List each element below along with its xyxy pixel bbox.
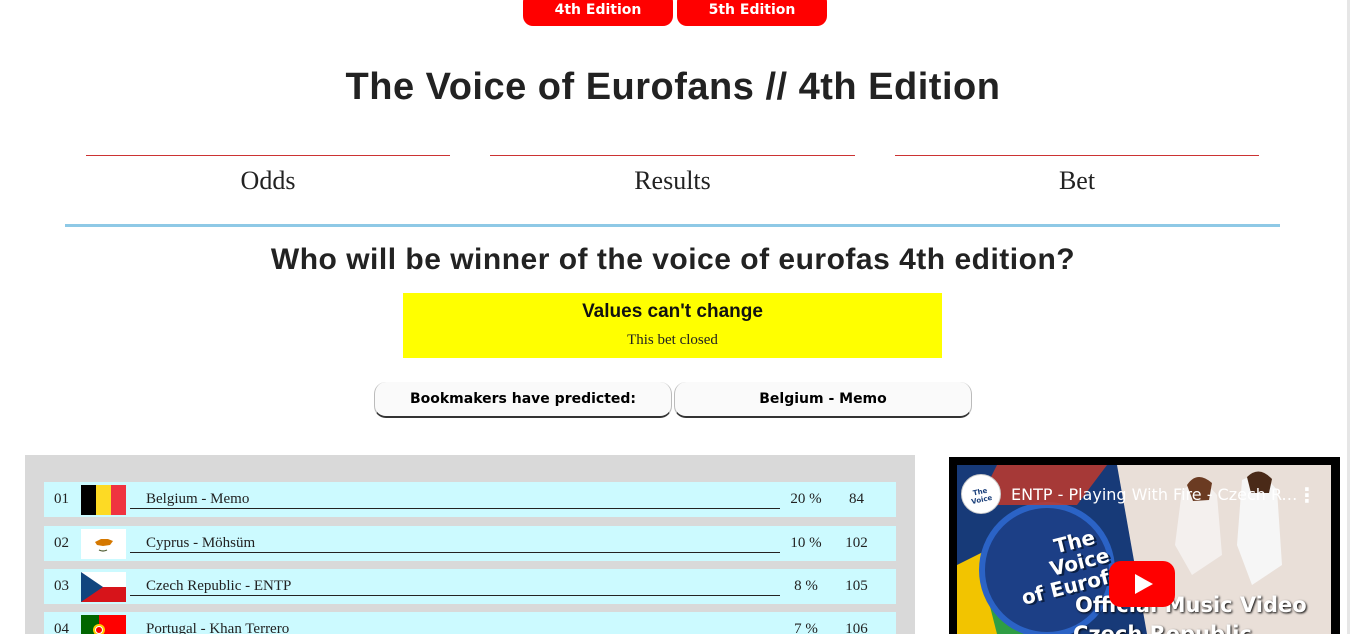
youtube-video-embed[interactable]: The Voice of Eurofans The Voice ENTP - Pla… — [949, 457, 1340, 634]
video-thumbnail[interactable]: The Voice of Eurofans The Voice ENTP - Pla… — [957, 465, 1331, 634]
row-position: 04 — [54, 621, 69, 634]
notice-title: Values can't change — [582, 301, 763, 322]
row-odds: 84 — [849, 491, 864, 507]
row-percent: 20 % — [790, 491, 822, 507]
row-percent: 10 % — [790, 535, 822, 551]
tabs-divider — [65, 224, 1280, 227]
row-name[interactable]: Cyprus - Möhsüm — [130, 535, 780, 553]
edition-4-button[interactable]: 4th Edition — [523, 0, 673, 26]
video-title[interactable]: ENTP - Playing With Fire - Czech Republi… — [1011, 485, 1301, 504]
table-row[interactable]: 04 Portugal - Khan Terrero 7 % 106 — [44, 612, 896, 634]
row-percent: 8 % — [794, 578, 818, 594]
notice-subtitle: This bet closed — [627, 332, 718, 348]
play-button-icon[interactable] — [1109, 561, 1175, 607]
table-row[interactable]: 02 Cyprus - Möhsüm 10 % 102 — [44, 526, 896, 561]
channel-avatar[interactable]: The Voice — [961, 474, 1001, 514]
table-row[interactable]: 03 Czech Republic - ENTP 8 % 105 — [44, 569, 896, 604]
row-name[interactable]: Portugal - Khan Terrero — [130, 621, 780, 634]
edition-5-button[interactable]: 5th Edition — [677, 0, 827, 26]
row-name[interactable]: Czech Republic - ENTP — [130, 578, 780, 596]
belgium-flag-icon — [81, 485, 126, 515]
odds-table: 01 Belgium - Memo 20 % 84 02 Cyprus - Mö… — [25, 455, 915, 634]
tab-bet[interactable]: Bet — [895, 155, 1259, 200]
row-odds: 105 — [845, 578, 868, 594]
tab-odds[interactable]: Odds — [86, 155, 450, 200]
row-position: 02 — [54, 535, 69, 551]
row-position: 01 — [54, 491, 69, 507]
row-name[interactable]: Belgium - Memo — [130, 491, 780, 509]
prediction-value: Belgium - Memo — [674, 382, 972, 418]
row-odds: 102 — [845, 535, 868, 551]
row-odds: 106 — [845, 621, 868, 634]
video-overlay-subtext: Czech Republic — [1073, 622, 1252, 634]
portugal-flag-icon — [81, 615, 126, 634]
more-vert-icon[interactable]: ⋮ — [1297, 483, 1317, 507]
prediction-label: Bookmakers have predicted: — [374, 382, 672, 418]
cyprus-flag-icon — [81, 529, 126, 559]
tab-results[interactable]: Results — [490, 155, 855, 200]
bet-question: Who will be winner of the voice of eurof… — [270, 243, 1076, 276]
row-position: 03 — [54, 578, 69, 594]
row-percent: 7 % — [794, 621, 818, 634]
table-row[interactable]: 01 Belgium - Memo 20 % 84 — [44, 482, 896, 517]
bet-closed-notice: Values can't change This bet closed — [403, 293, 942, 358]
page-title: The Voice of Eurofans // 4th Edition — [345, 66, 1001, 108]
czech-flag-icon — [81, 572, 126, 602]
